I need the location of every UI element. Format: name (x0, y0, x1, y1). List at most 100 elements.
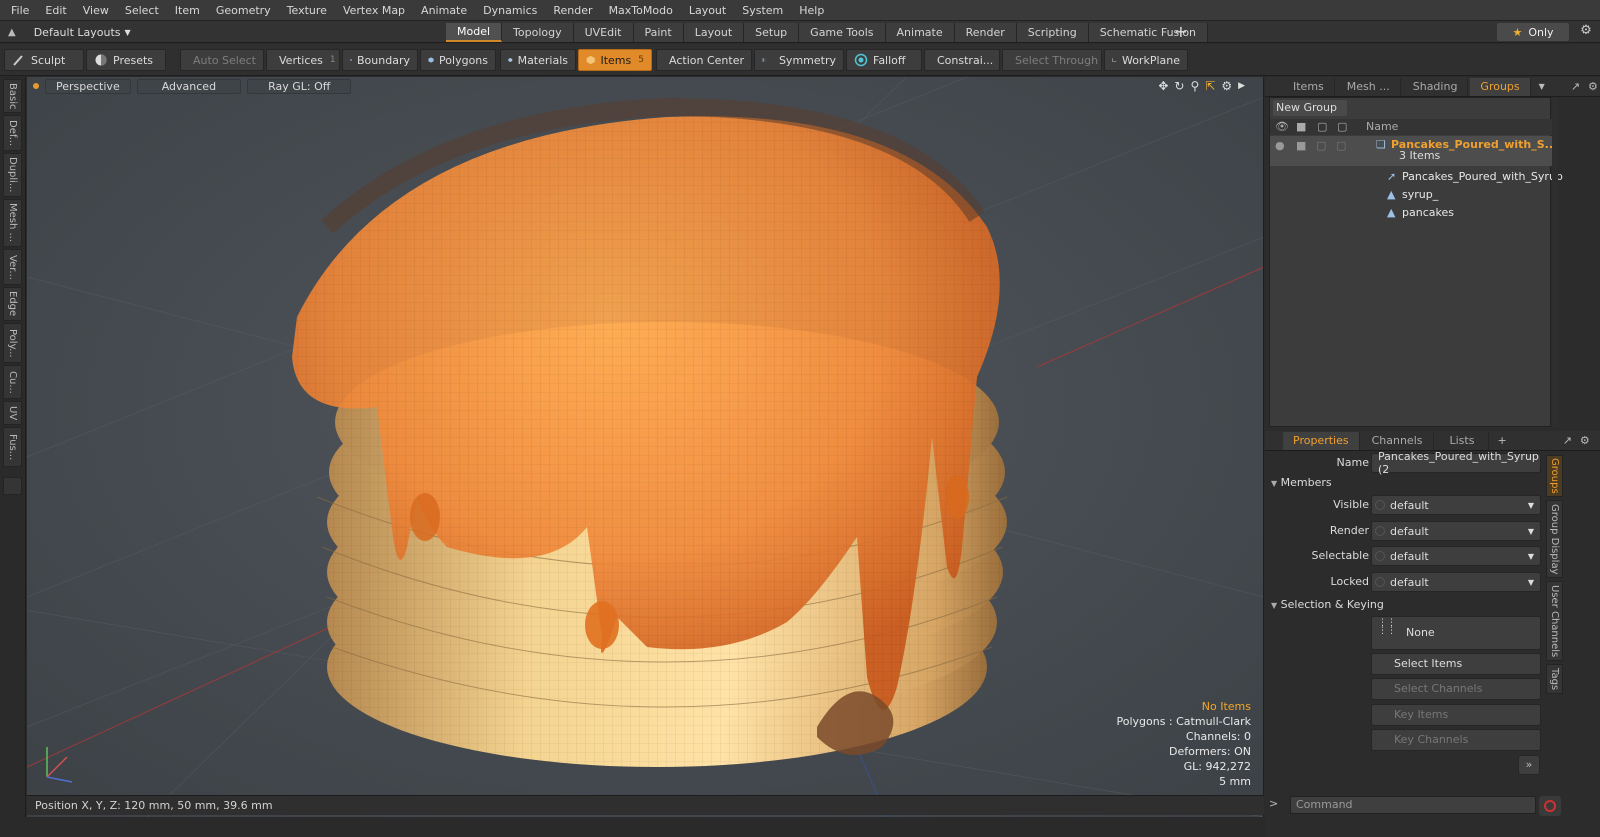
selectable-dropdown[interactable]: default ▼ (1371, 546, 1541, 566)
fit-view-icon[interactable]: ⇱ (1205, 79, 1215, 93)
render-dropdown[interactable]: default ▼ (1371, 521, 1541, 541)
tab-render[interactable]: Render (954, 23, 1017, 42)
expand-panel-icon[interactable]: ↗ (1563, 434, 1572, 447)
tab-properties[interactable]: Properties (1283, 431, 1360, 450)
side-tab-tags[interactable]: Tags (1546, 664, 1563, 694)
tab-vertex[interactable]: Ver... (3, 249, 22, 285)
lock-toggle-icon[interactable]: ▢ (1336, 137, 1346, 155)
tab-animate[interactable]: Animate (885, 23, 955, 42)
side-tab-groups[interactable]: Groups (1546, 455, 1563, 497)
record-button[interactable] (1539, 796, 1561, 816)
menu-item[interactable]: Item (167, 0, 208, 21)
tab-deform[interactable]: Def... (3, 115, 22, 151)
menu-system[interactable]: System (734, 0, 791, 21)
new-group-button[interactable]: New Group (1273, 100, 1347, 116)
group-name-field[interactable]: Pancakes_Poured_with_Syrup (2 (1371, 450, 1541, 476)
3d-viewport[interactable]: Perspective Advanced Ray GL: Off ✥ ↻ ⚲ ⇱… (27, 77, 1264, 817)
select-items-button[interactable]: Select Items (1371, 653, 1541, 675)
render-icon[interactable]: ■ (1296, 137, 1306, 155)
items-button[interactable]: Items 5 (578, 49, 652, 71)
key-channels-button[interactable]: Key Channels (1371, 729, 1541, 751)
view-mode-select[interactable]: Perspective (45, 78, 131, 94)
visible-dropdown[interactable]: default ▼ (1371, 495, 1541, 515)
add-tab-icon[interactable]: + (1497, 434, 1506, 447)
render-column-icon[interactable]: ■ (1296, 119, 1306, 135)
collapse-icon[interactable]: ▲ (8, 27, 16, 38)
add-tab-icon[interactable]: + (1172, 23, 1190, 42)
members-section[interactable]: ▼ Members (1271, 475, 1541, 491)
menu-dynamics[interactable]: Dynamics (475, 0, 545, 21)
menu-edit[interactable]: Edit (37, 0, 74, 21)
rotate-view-icon[interactable]: ↻ (1174, 79, 1184, 93)
menu-geometry[interactable]: Geometry (208, 0, 279, 21)
menu-help[interactable]: Help (791, 0, 832, 21)
tab-paint[interactable]: Paint (633, 23, 684, 42)
tab-scripting[interactable]: Scripting (1016, 23, 1089, 42)
only-button[interactable]: ★ Only (1497, 23, 1569, 41)
chevron-down-icon[interactable]: ▼ (1539, 82, 1545, 91)
tab-duplicate[interactable]: Dupli... (3, 153, 22, 197)
side-tab-group-display[interactable]: Group Display (1546, 500, 1563, 578)
tab-game-tools[interactable]: Game Tools (799, 23, 886, 42)
menu-vertex-map[interactable]: Vertex Map (335, 0, 413, 21)
panel-gear-icon[interactable]: ⚙ (1588, 80, 1598, 93)
tab-expand[interactable] (3, 477, 22, 495)
group-child-row[interactable]: ▲ syrup_ (1270, 186, 1552, 204)
gear-icon[interactable]: ⚙ (1577, 23, 1595, 41)
tab-items[interactable]: Items (1283, 77, 1335, 96)
layout-selector[interactable]: ▲ Default Layouts ▼ (8, 23, 131, 41)
presets-button[interactable]: Presets (86, 49, 166, 71)
menu-render[interactable]: Render (545, 0, 600, 21)
tab-groups[interactable]: Groups (1470, 77, 1531, 96)
panel-gear-icon[interactable]: ⚙ (1580, 434, 1590, 447)
tab-fusion[interactable]: Fus... (3, 427, 22, 467)
select-through-button[interactable]: Select Through (1002, 49, 1102, 71)
sculpt-button[interactable]: Sculpt (4, 49, 84, 71)
more-arrows-icon[interactable]: » (1518, 755, 1540, 775)
vertices-button[interactable]: Vertices 1 (266, 49, 340, 71)
tab-curve[interactable]: Cu... (3, 365, 22, 399)
boundary-button[interactable]: Boundary (342, 49, 418, 71)
tab-schematic-fusion[interactable]: Schematic Fusion (1088, 23, 1209, 42)
tab-layout[interactable]: Layout (683, 23, 745, 42)
viewport-scene[interactable] (27, 77, 1264, 817)
lock-column-icon[interactable]: ▢ (1337, 119, 1347, 135)
raygl-toggle[interactable]: Ray GL: Off (247, 78, 352, 94)
menu-maxtomodo[interactable]: MaxToModo (601, 0, 681, 21)
menu-animate[interactable]: Animate (413, 0, 475, 21)
command-input[interactable]: Command (1290, 796, 1536, 814)
menu-texture[interactable]: Texture (279, 0, 335, 21)
tab-setup[interactable]: Setup (744, 23, 800, 42)
materials-button[interactable]: Materials (500, 49, 576, 71)
tab-shading[interactable]: Shading (1403, 77, 1469, 96)
visibility-column-icon[interactable]: 👁 (1275, 119, 1289, 135)
tab-uvedit[interactable]: UVEdit (573, 23, 634, 42)
auto-select-button[interactable]: Auto Select (180, 49, 264, 71)
group-row[interactable]: ● ■ ▢ ▢ ❏ Pancakes_Poured_with_S... 3 It… (1270, 136, 1557, 166)
tab-lists[interactable]: Lists (1436, 431, 1490, 450)
group-child-row[interactable]: ➚ Pancakes_Poured_with_Syrup (1270, 168, 1563, 186)
move-view-icon[interactable]: ✥ (1158, 79, 1168, 93)
none-button[interactable]: ⋮⋮ ⋮⋮ None (1371, 616, 1541, 650)
tab-channels[interactable]: Channels (1362, 431, 1434, 450)
tab-basic[interactable]: Basic (3, 79, 22, 113)
select-channels-button[interactable]: Select Channels (1371, 678, 1541, 700)
symmetry-button[interactable]: Symmetry (754, 49, 844, 71)
zoom-view-icon[interactable]: ⚲ (1190, 79, 1199, 93)
eye-icon[interactable]: ● (1275, 137, 1285, 155)
key-items-button[interactable]: Key Items (1371, 704, 1541, 726)
tab-mesh-ops[interactable]: Mesh ... (1337, 77, 1401, 96)
select-toggle-icon[interactable]: ▢ (1316, 137, 1326, 155)
viewport-gear-icon[interactable]: ⚙ (1221, 79, 1232, 93)
constraints-button[interactable]: Constrai... (924, 49, 1000, 71)
menu-layout[interactable]: Layout (681, 0, 734, 21)
tab-topology[interactable]: Topology (502, 23, 574, 42)
workplane-button[interactable]: WorkPlane (1104, 49, 1188, 71)
expand-panel-icon[interactable]: ↗ (1571, 80, 1580, 93)
tab-uv[interactable]: UV (3, 401, 22, 425)
action-center-button[interactable]: Action Center (656, 49, 752, 71)
locked-dropdown[interactable]: default ▼ (1371, 572, 1541, 592)
falloff-button[interactable]: Falloff (846, 49, 922, 71)
polygons-button[interactable]: Polygons (420, 49, 496, 71)
group-child-row[interactable]: ▲ pancakes (1270, 204, 1552, 222)
